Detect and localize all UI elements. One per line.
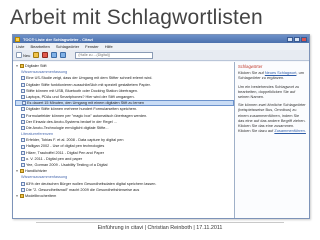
card-icon <box>21 138 25 143</box>
expander-icon[interactable]: ▾ <box>15 168 19 174</box>
keyword-icon <box>20 64 24 69</box>
keyword-icon <box>20 194 24 199</box>
expander-icon[interactable]: ▾ <box>15 193 19 199</box>
help-title: Schlagwörter <box>238 64 263 69</box>
card-icon <box>21 88 25 93</box>
menubar: Liste Bearbeiten Schlagwörter Fenster Hi… <box>13 43 309 50</box>
maximize-button[interactable] <box>294 36 300 42</box>
delete-icon <box>42 52 49 58</box>
tree-item-label: Modellbrocheritem <box>25 193 57 198</box>
help-panel: Schlagwörter Klicken Sie auf Neues Schla… <box>235 62 309 218</box>
card-icon <box>21 113 25 118</box>
search-input[interactable] <box>78 53 153 57</box>
menu-fenster[interactable]: Fenster <box>85 44 99 49</box>
merge-link[interactable]: Zusammenführen. <box>274 128 306 133</box>
move-up-button[interactable] <box>51 51 58 59</box>
slide-title: Arbeit mit Schlagwortlisten <box>10 6 263 29</box>
window-title: TOC® Liste der Schlagwörter - Citavi <box>23 36 93 42</box>
edit-icon <box>33 52 40 58</box>
new-label: Neu <box>23 52 31 58</box>
search-box <box>75 51 154 59</box>
tree-keyword-node[interactable]: ▾ Modellbrocheritem <box>15 193 234 199</box>
card-icon <box>21 119 25 124</box>
delete-button[interactable] <box>42 51 49 59</box>
expander-icon[interactable]: ▾ <box>15 63 19 69</box>
arrow-up-icon <box>51 52 58 58</box>
menu-liste[interactable]: Liste <box>16 44 24 49</box>
help-text-2: Um ein bestehendes Schlagwort zu bearbei… <box>238 83 300 100</box>
app-icon <box>15 36 20 42</box>
menu-bearbeiten[interactable]: Bearbeiten <box>30 44 49 49</box>
minimize-button[interactable] <box>287 36 293 42</box>
card-icon <box>21 107 25 112</box>
menu-schlagwoerter[interactable]: Schlagwörter <box>56 44 79 49</box>
main-area: ▾ Digitaler Stift Wissenszusammenfassung Ei… <box>13 62 309 218</box>
new-icon <box>16 52 22 58</box>
keyword-icon <box>20 169 24 174</box>
card-icon <box>21 82 25 87</box>
arrow-down-icon <box>60 52 67 58</box>
card-icon <box>21 144 25 149</box>
card-icon <box>21 181 25 186</box>
new-button[interactable]: Neu <box>16 51 30 59</box>
toolbar: Neu <box>13 50 309 61</box>
window-controls <box>287 36 309 42</box>
close-button[interactable] <box>301 36 307 42</box>
move-down-button[interactable] <box>60 51 67 59</box>
card-icon <box>22 101 26 106</box>
card-icon <box>21 156 25 161</box>
footer-divider <box>36 222 284 223</box>
edit-button[interactable] <box>33 51 40 59</box>
card-icon <box>21 150 25 155</box>
citavi-window: TOC® Liste der Schlagwörter - Citavi Lis… <box>12 34 310 219</box>
card-icon <box>21 95 25 100</box>
card-icon <box>21 163 25 168</box>
window-titlebar[interactable]: TOC® Liste der Schlagwörter - Citavi <box>13 35 309 43</box>
card-icon <box>21 76 25 81</box>
card-icon <box>21 187 25 192</box>
slide-footer: Einführung in citavi | Christian Reinbot… <box>97 225 223 231</box>
card-icon <box>21 125 25 130</box>
menu-hilfe[interactable]: Hilfe <box>105 44 113 49</box>
keyword-tree: ▾ Digitaler Stift Wissenszusammenfassung Ei… <box>13 62 235 218</box>
